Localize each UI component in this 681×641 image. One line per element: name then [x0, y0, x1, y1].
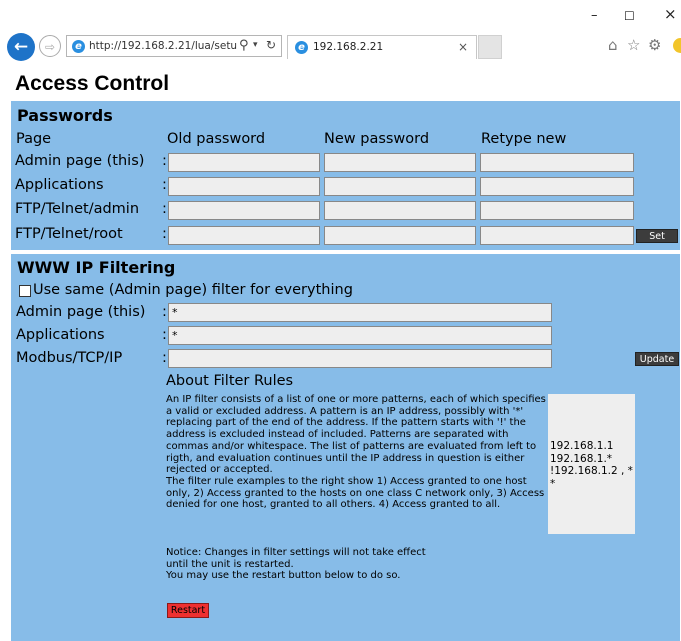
- dropdown-arrow-icon[interactable]: ▾: [253, 40, 258, 50]
- row-colon: :: [162, 177, 167, 193]
- filter-example: 192.168.1.*: [550, 452, 613, 465]
- back-arrow-icon: ←: [13, 37, 29, 57]
- row-colon: :: [162, 153, 167, 169]
- refresh-icon[interactable]: ↻: [266, 38, 276, 52]
- filter-label-modbus: Modbus/TCP/IP: [16, 350, 123, 366]
- address-url[interactable]: http://192.168.2.21/lua/setu|: [89, 40, 237, 52]
- forward-arrow-icon: ⇨: [44, 40, 56, 54]
- header-page: Page: [16, 131, 52, 147]
- restart-button[interactable]: Restart: [167, 603, 209, 618]
- update-button[interactable]: Update: [635, 352, 679, 366]
- header-old-password: Old password: [167, 131, 266, 147]
- admin-old-password-input[interactable]: [168, 153, 320, 172]
- filter-examples-box: 192.168.1.1 192.168.1.* !192.168.1.2 , *…: [548, 394, 635, 534]
- about-filter-rules-text: An IP filter consists of a list of one o…: [166, 394, 548, 511]
- ip-filtering-title: WWW IP Filtering: [17, 258, 176, 277]
- header-retype-new: Retype new: [481, 131, 567, 147]
- feedback-smiley-icon[interactable]: [673, 38, 681, 53]
- maximize-button[interactable]: ☐: [624, 9, 635, 23]
- home-icon[interactable]: ⌂: [608, 36, 618, 54]
- favorites-star-icon[interactable]: ☆: [627, 36, 640, 54]
- ie-logo-icon: e: [72, 40, 85, 53]
- about-filter-rules-title: About Filter Rules: [166, 373, 294, 389]
- applications-filter-input[interactable]: *: [168, 326, 552, 345]
- ftp-root-new-password-input[interactable]: [324, 226, 476, 245]
- applications-old-password-input[interactable]: [168, 177, 320, 196]
- ftp-admin-retype-password-input[interactable]: [480, 201, 634, 220]
- set-button[interactable]: Set: [636, 229, 678, 243]
- filter-example: !192.168.1.2 , *: [550, 465, 633, 477]
- row-label-applications: Applications: [15, 177, 104, 193]
- address-bar[interactable]: e http://192.168.2.21/lua/setu| ⚲ ▾ ↻: [66, 35, 282, 57]
- search-icon[interactable]: ⚲: [239, 38, 249, 53]
- admin-new-password-input[interactable]: [324, 153, 476, 172]
- ie-logo-icon: e: [295, 41, 308, 54]
- ftp-root-retype-password-input[interactable]: [480, 226, 634, 245]
- filter-label-applications: Applications: [16, 327, 105, 343]
- row-colon: :: [162, 327, 167, 343]
- new-tab-button[interactable]: [478, 35, 502, 59]
- row-label-ftp-root: FTP/Telnet/root: [15, 226, 123, 242]
- ip-filtering-section: WWW IP Filtering Use same (Admin page) f…: [11, 254, 680, 641]
- admin-page-filter-input[interactable]: *: [168, 303, 552, 322]
- applications-retype-password-input[interactable]: [480, 177, 634, 196]
- row-colon: :: [162, 350, 167, 366]
- close-window-button[interactable]: ×: [664, 5, 677, 23]
- modbus-filter-input[interactable]: [168, 349, 552, 368]
- tab-close-icon[interactable]: ×: [458, 40, 468, 54]
- row-label-ftp-admin: FTP/Telnet/admin: [15, 201, 140, 217]
- applications-new-password-input[interactable]: [324, 177, 476, 196]
- about-paragraph: The filter rule examples to the right sh…: [166, 475, 545, 511]
- tab-title: 192.168.2.21: [313, 41, 384, 53]
- header-new-password: New password: [324, 131, 430, 147]
- row-colon: :: [162, 201, 167, 217]
- ftp-admin-old-password-input[interactable]: [168, 201, 320, 220]
- about-paragraph: An IP filter consists of a list of one o…: [166, 394, 546, 476]
- notice-line: Notice: Changes in filter settings will …: [166, 547, 426, 558]
- passwords-title: Passwords: [17, 106, 113, 125]
- ftp-root-old-password-input[interactable]: [168, 226, 320, 245]
- page-title: Access Control: [15, 72, 170, 95]
- same-filter-checkbox[interactable]: [19, 285, 31, 297]
- filter-example: 192.168.1.1: [550, 440, 614, 452]
- ftp-admin-new-password-input[interactable]: [324, 201, 476, 220]
- browser-chrome: – ☐ × ← ⇨ e http://192.168.2.21/lua/setu…: [0, 0, 681, 66]
- notice-text: Notice: Changes in filter settings will …: [166, 547, 548, 582]
- row-colon: :: [162, 304, 167, 320]
- notice-line: You may use the restart button below to …: [166, 570, 401, 582]
- passwords-section: Passwords Page Old password New password…: [11, 101, 680, 250]
- same-filter-label: Use same (Admin page) filter for everyth…: [33, 282, 353, 298]
- settings-gear-icon[interactable]: ⚙: [648, 36, 661, 54]
- filter-label-admin-page: Admin page (this): [16, 304, 146, 320]
- admin-retype-password-input[interactable]: [480, 153, 634, 172]
- browser-tab[interactable]: e 192.168.2.21 ×: [287, 35, 477, 59]
- notice-line: until the unit is restarted.: [166, 558, 294, 570]
- back-button[interactable]: ←: [7, 33, 35, 61]
- row-colon: :: [162, 226, 167, 242]
- row-label-admin-page: Admin page (this): [15, 153, 145, 169]
- filter-example: *: [550, 477, 556, 490]
- minimize-button[interactable]: –: [591, 8, 598, 23]
- forward-button[interactable]: ⇨: [39, 35, 61, 57]
